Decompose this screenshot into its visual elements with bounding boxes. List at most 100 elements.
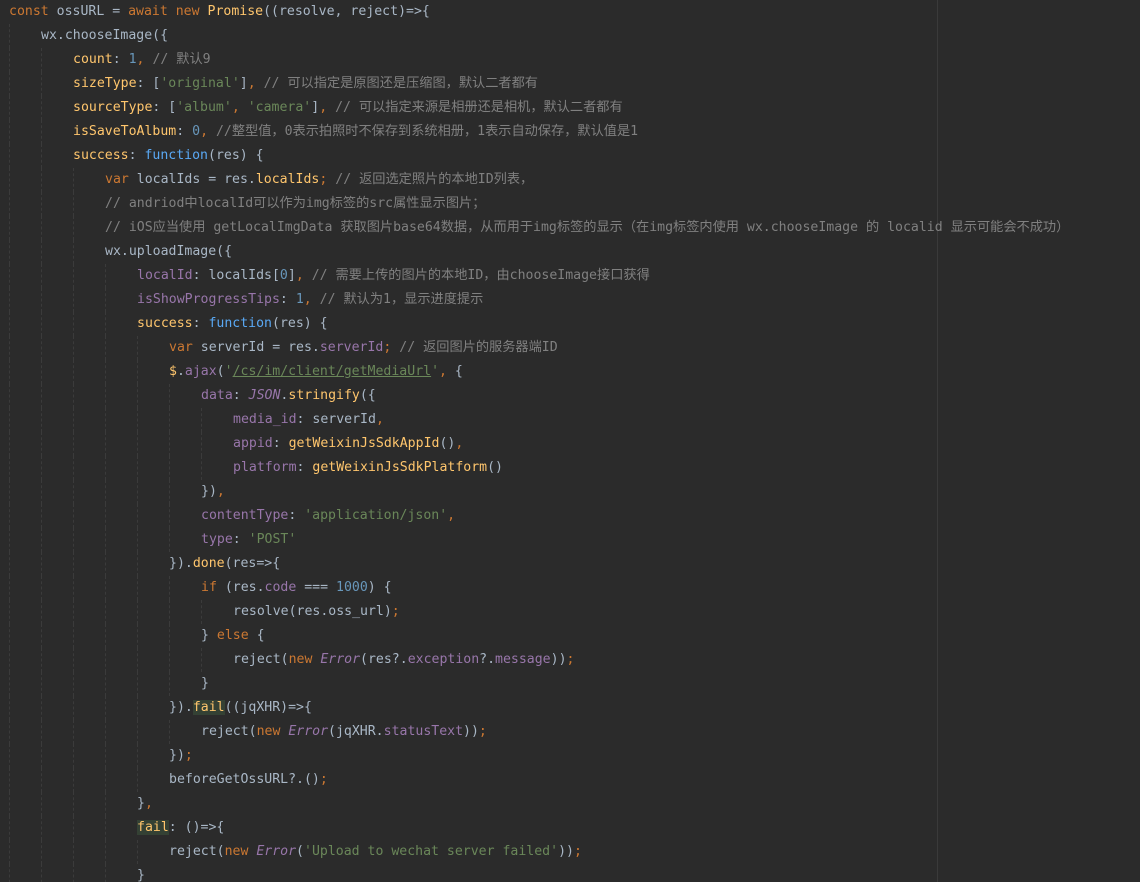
code-line[interactable]: } (9, 672, 1140, 696)
code-token: : ()=>{ (168, 820, 225, 835)
code-token: () (439, 436, 456, 451)
code-token: , (447, 508, 456, 523)
code-line[interactable]: wx.chooseImage({ (9, 24, 1140, 48)
code-token: : [ (152, 100, 177, 115)
indent-guide (9, 432, 10, 456)
indent-guide (9, 480, 10, 504)
code-token: var (105, 172, 137, 187)
code-token: ' (224, 364, 233, 379)
indent-guide (73, 768, 74, 792)
code-editor[interactable]: const ossURL = await new Promise((resolv… (0, 0, 1140, 882)
code-line[interactable]: media_id: serverId, (9, 408, 1140, 432)
code-token: }). (169, 700, 193, 715)
code-token: // 需要上传的图片的本地ID，由chooseImage接口获得 (311, 268, 650, 283)
code-line[interactable]: reject(new Error(jqXHR.statusText)); (9, 720, 1140, 744)
indent-guide (73, 864, 74, 882)
code-line[interactable]: // andriod中localId可以作为img标签的src属性显示图片； (9, 192, 1140, 216)
code-lines[interactable]: const ossURL = await new Promise((resolv… (9, 0, 1140, 882)
indent-guide (105, 648, 106, 672)
indent-guide (105, 840, 106, 864)
code-line[interactable]: contentType: 'application/json', (9, 504, 1140, 528)
code-token: appid (233, 436, 273, 451)
code-line[interactable]: } else { (9, 624, 1140, 648)
indent-guide (9, 72, 10, 96)
code-line[interactable]: var serverId = res.serverId; // 返回图片的服务器… (9, 336, 1140, 360)
code-line[interactable]: }), (9, 480, 1140, 504)
code-line[interactable]: }).done(res=>{ (9, 552, 1140, 576)
indent-guide (9, 624, 10, 648)
code-line[interactable]: isSaveToAlbum: 0, //整型值，0表示拍照时不保存到系统相册，1… (9, 120, 1140, 144)
code-line[interactable]: data: JSON.stringify({ (9, 384, 1140, 408)
code-line[interactable]: reject(new Error(res?.exception?.message… (9, 648, 1140, 672)
code-line[interactable]: sourceType: ['album', 'camera'], // 可以指定… (9, 96, 1140, 120)
code-line[interactable]: success: function(res) { (9, 144, 1140, 168)
code-line[interactable]: isShowProgressTips: 1, // 默认为1，显示进度提示 (9, 288, 1140, 312)
indent-guide (9, 144, 10, 168)
indent-guide (73, 576, 74, 600)
code-token: 'camera' (247, 100, 312, 115)
code-token: ( (216, 364, 225, 379)
code-line[interactable]: if (res.code === 1000) { (9, 576, 1140, 600)
code-line[interactable]: $.ajax('/cs/im/client/getMediaUrl', { (9, 360, 1140, 384)
code-line[interactable]: }); (9, 744, 1140, 768)
code-token: (jqXHR. (328, 724, 384, 739)
indent-guide (105, 360, 106, 384)
indent-guide (41, 552, 42, 576)
code-line[interactable]: sizeType: ['original'], // 可以指定是原图还是压缩图，… (9, 72, 1140, 96)
code-token: }). (169, 556, 193, 571)
code-token: (res) { (272, 316, 328, 331)
code-token: : (128, 148, 145, 163)
code-token: message (495, 652, 551, 667)
code-token: // 可以指定来源是相册还是相机，默认二者都有 (335, 100, 623, 115)
indent-guide (137, 504, 138, 528)
indent-guide (41, 504, 42, 528)
indent-guide (73, 720, 74, 744)
code-token: new (288, 652, 321, 667)
code-line[interactable]: success: function(res) { (9, 312, 1140, 336)
code-token: code (264, 580, 297, 595)
code-line[interactable]: }).fail((jqXHR)=>{ (9, 696, 1140, 720)
indent-guide (73, 408, 74, 432)
code-token: sizeType (73, 76, 137, 91)
indent-guide (105, 720, 106, 744)
code-token: : (232, 388, 249, 403)
code-line[interactable]: beforeGetOssURL?.(); (9, 768, 1140, 792)
code-line[interactable]: platform: getWeixinJsSdkPlatform() (9, 456, 1140, 480)
code-token: ; (383, 340, 400, 355)
code-token: (res) { (208, 148, 264, 163)
code-line[interactable]: reject(new Error('Upload to wechat serve… (9, 840, 1140, 864)
indent-guide (41, 192, 42, 216)
code-token: ' (431, 364, 440, 379)
indent-guide (105, 264, 106, 288)
code-line[interactable]: } (9, 864, 1140, 882)
code-line[interactable]: wx.uploadImage({ (9, 240, 1140, 264)
indent-guide (9, 720, 10, 744)
code-token: (res?. (360, 652, 408, 667)
indent-guide (41, 840, 42, 864)
code-token: // 返回图片的服务器端ID (399, 340, 558, 355)
code-line[interactable]: const ossURL = await new Promise((resolv… (9, 0, 1140, 24)
code-line[interactable]: resolve(res.oss_url); (9, 600, 1140, 624)
code-token: , (319, 100, 336, 115)
code-token: getWeixinJsSdkPlatform (312, 460, 488, 475)
code-token: wx.chooseImage({ (41, 28, 169, 43)
code-token: /cs/im/client/getMediaUrl (232, 364, 432, 379)
code-line[interactable]: count: 1, // 默认9 (9, 48, 1140, 72)
indent-guide (169, 672, 170, 696)
indent-guide (9, 48, 10, 72)
indent-guide (137, 840, 138, 864)
code-line[interactable]: fail: ()=>{ (9, 816, 1140, 840)
indent-guide (9, 408, 10, 432)
indent-guide (41, 120, 42, 144)
indent-guide (9, 336, 10, 360)
code-line[interactable]: }, (9, 792, 1140, 816)
code-line[interactable]: localId: localIds[0], // 需要上传的图片的本地ID，由c… (9, 264, 1140, 288)
code-line[interactable]: appid: getWeixinJsSdkAppId(), (9, 432, 1140, 456)
code-line[interactable]: // iOS应当使用 getLocalImgData 获取图片base64数据，… (9, 216, 1140, 240)
code-line[interactable]: var localIds = res.localIds; // 返回选定照片的本… (9, 168, 1140, 192)
code-token: Error (288, 724, 329, 739)
indent-guide (73, 504, 74, 528)
code-line[interactable]: type: 'POST' (9, 528, 1140, 552)
code-token: ] (287, 268, 296, 283)
code-token: reject( (201, 724, 257, 739)
